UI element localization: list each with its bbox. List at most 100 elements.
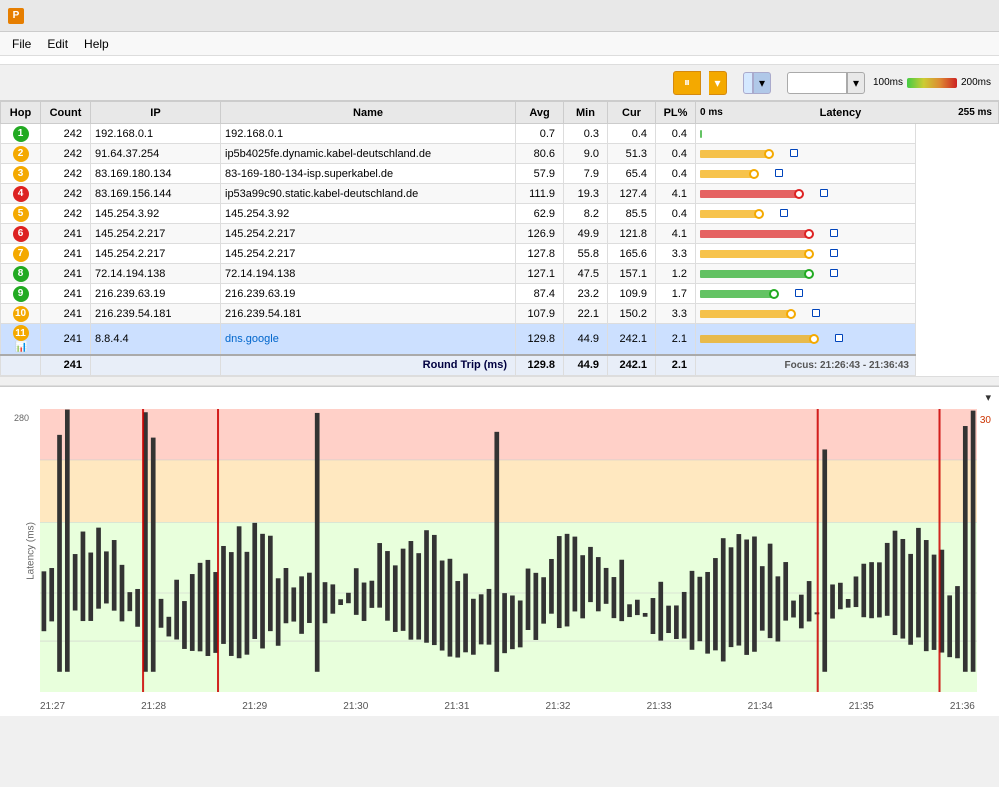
hop-avg: 62.9	[516, 204, 564, 224]
menu-file[interactable]: File	[4, 35, 39, 53]
table-row[interactable]: 6 241 145.254.2.217 145.254.2.217 126.9 …	[1, 224, 999, 244]
hop-name: 192.168.0.1	[221, 124, 516, 144]
th-latency: 0 ms 255 ms Latency	[696, 102, 999, 124]
right-axis-30: 30	[980, 415, 991, 426]
hop-latency-graph	[696, 124, 916, 144]
y-axis-label: Latency (ms)	[25, 522, 36, 580]
x-axis: 21:2721:2821:2921:3021:3121:3221:3321:34…	[40, 701, 975, 712]
x-axis-label: 21:33	[647, 701, 672, 712]
legend-100ms: 100ms	[873, 77, 903, 88]
hop-min: 0.3	[564, 124, 608, 144]
hop-pl: 1.2	[656, 264, 696, 284]
hop-avg: 127.1	[516, 264, 564, 284]
hop-count: 242	[41, 184, 91, 204]
summary-count: 241	[41, 355, 91, 375]
interval-select[interactable]	[743, 72, 753, 94]
latency-legend: 100ms 200ms	[873, 77, 991, 88]
hop-name: 72.14.194.138	[221, 264, 516, 284]
hop-count: 242	[41, 204, 91, 224]
latency-chart[interactable]	[40, 409, 977, 692]
table-header-row: Hop Count IP Name Avg Min Cur PL% 0 ms 2…	[1, 102, 999, 124]
hop-name: dns.google	[221, 324, 516, 356]
hop-pl: 0.4	[656, 144, 696, 164]
hop-avg: 87.4	[516, 284, 564, 304]
hop-min: 7.9	[564, 164, 608, 184]
table-row[interactable]: 10 241 216.239.54.181 216.239.54.181 107…	[1, 304, 999, 324]
hop-latency-graph	[696, 324, 916, 356]
th-pl: PL%	[656, 102, 696, 124]
hop-count: 241	[41, 244, 91, 264]
hop-pl: 0.4	[656, 204, 696, 224]
x-axis-label: 21:30	[343, 701, 368, 712]
toolbar: ⏸ ▾ ▾ ▾ 100ms 200ms	[0, 65, 999, 101]
hop-latency-graph	[696, 264, 916, 284]
table-row[interactable]: 5 242 145.254.3.92 145.254.3.92 62.9 8.2…	[1, 204, 999, 224]
hop-min: 23.2	[564, 284, 608, 304]
x-axis-label: 21:34	[748, 701, 773, 712]
close-button[interactable]	[945, 0, 991, 32]
hop-number: 9	[1, 284, 41, 304]
hop-cur: 51.3	[608, 144, 656, 164]
x-axis-label: 21:31	[444, 701, 469, 712]
hop-latency-graph	[696, 304, 916, 324]
hop-name: 145.254.3.92	[221, 204, 516, 224]
table-row[interactable]: 7 241 145.254.2.217 145.254.2.217 127.8 …	[1, 244, 999, 264]
hop-pl: 0.4	[656, 164, 696, 184]
hop-latency-graph	[696, 244, 916, 264]
th-count: Count	[41, 102, 91, 124]
hop-count: 242	[41, 164, 91, 184]
hop-ip: 91.64.37.254	[91, 144, 221, 164]
table-row[interactable]: 11 📊 241 8.8.4.4 dns.google 129.8 44.9 2…	[1, 324, 999, 356]
hop-name: 83-169-180-134-isp.superkabel.de	[221, 164, 516, 184]
hop-min: 44.9	[564, 324, 608, 356]
summary-min: 44.9	[564, 355, 608, 375]
table-row[interactable]: 8 241 72.14.194.138 72.14.194.138 127.1 …	[1, 264, 999, 284]
hop-ip: 216.239.54.181	[91, 304, 221, 324]
hop-pl: 1.7	[656, 284, 696, 304]
th-name: Name	[221, 102, 516, 124]
th-cur: Cur	[608, 102, 656, 124]
menu-help[interactable]: Help	[76, 35, 117, 53]
pause-dropdown[interactable]: ▾	[709, 71, 727, 95]
table-row[interactable]: 4 242 83.169.156.144 ip53a99c90.static.k…	[1, 184, 999, 204]
hop-avg: 111.9	[516, 184, 564, 204]
hop-min: 55.8	[564, 244, 608, 264]
menu-edit[interactable]: Edit	[39, 35, 76, 53]
hop-number: 5	[1, 204, 41, 224]
hop-count: 242	[41, 124, 91, 144]
hop-name: ip5b4025fe.dynamic.kabel-deutschland.de	[221, 144, 516, 164]
pause-button[interactable]: ⏸	[673, 71, 701, 95]
graph-title-right: ▾	[981, 391, 991, 404]
hop-number: 1	[1, 124, 41, 144]
maximize-button[interactable]	[899, 0, 945, 32]
hop-number: 4	[1, 184, 41, 204]
hop-ip: 145.254.2.217	[91, 244, 221, 264]
hop-cur: 157.1	[608, 264, 656, 284]
focus-select[interactable]	[787, 72, 847, 94]
hop-number: 6	[1, 224, 41, 244]
x-axis-label: 21:27	[40, 701, 65, 712]
hop-cur: 242.1	[608, 324, 656, 356]
hop-pl: 4.1	[656, 184, 696, 204]
x-axis-label: 21:32	[545, 701, 570, 712]
table-row[interactable]: 9 241 216.239.63.19 216.239.63.19 87.4 2…	[1, 284, 999, 304]
hop-number: 10	[1, 304, 41, 324]
legend-bar	[907, 78, 957, 88]
menubar: File Edit Help	[0, 32, 999, 56]
summary-pl: 2.1	[656, 355, 696, 375]
hop-pl: 2.1	[656, 324, 696, 356]
table-row[interactable]: 3 242 83.169.180.134 83-169-180-134-isp.…	[1, 164, 999, 184]
hop-min: 49.9	[564, 224, 608, 244]
hop-cur: 150.2	[608, 304, 656, 324]
table-row[interactable]: 1 242 192.168.0.1 192.168.0.1 0.7 0.3 0.…	[1, 124, 999, 144]
graph-dropdown-icon[interactable]: ▾	[985, 392, 991, 404]
hop-number: 2	[1, 144, 41, 164]
th-avg: Avg	[516, 102, 564, 124]
hop-min: 47.5	[564, 264, 608, 284]
focus-dropdown[interactable]: ▾	[847, 72, 865, 94]
minimize-button[interactable]	[853, 0, 899, 32]
table-row[interactable]: 2 242 91.64.37.254 ip5b4025fe.dynamic.ka…	[1, 144, 999, 164]
separator	[0, 376, 999, 386]
interval-dropdown[interactable]: ▾	[753, 72, 771, 94]
hop-latency-graph	[696, 224, 916, 244]
